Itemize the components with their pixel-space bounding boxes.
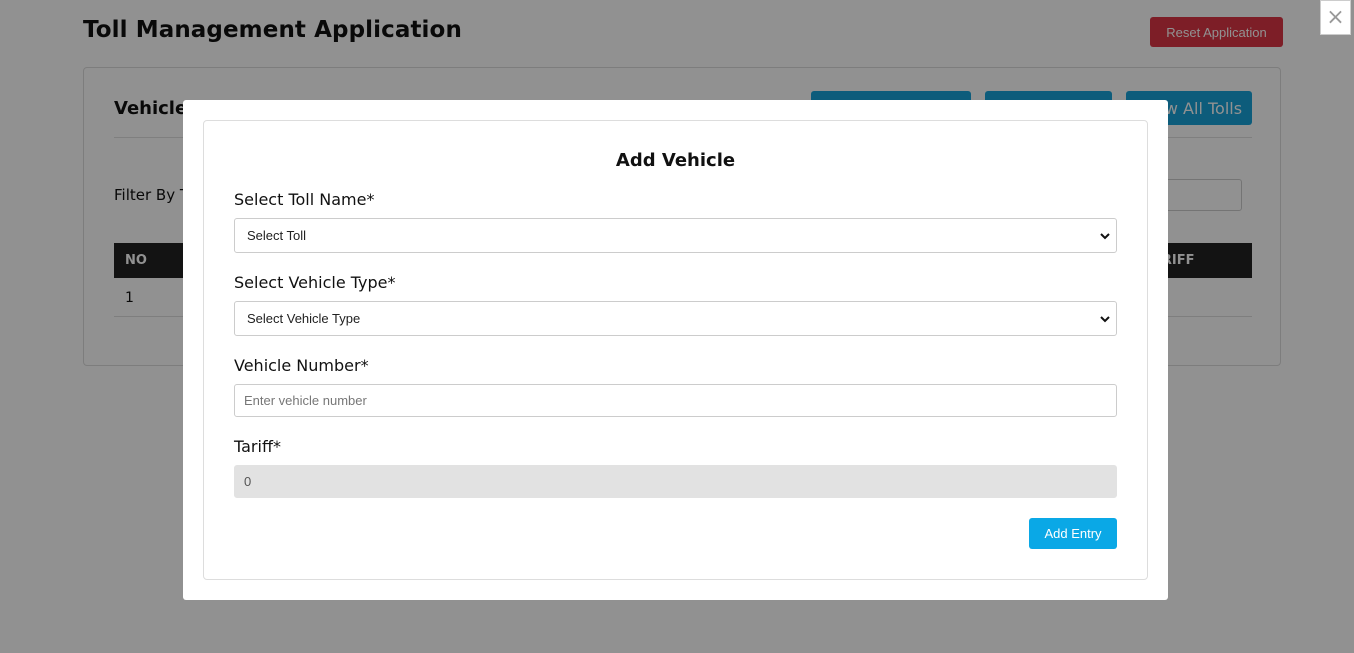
vehicle-number-input[interactable]: Enter vehicle number: [234, 384, 1117, 417]
chevron-down-icon: [1100, 316, 1110, 323]
vehicle-type-label: Select Vehicle Type*: [234, 273, 396, 292]
vehicle-type-select-value: Select Vehicle Type: [247, 311, 361, 326]
tariff-label: Tariff*: [234, 437, 281, 456]
add-entry-button[interactable]: Add Entry: [1029, 518, 1117, 549]
chevron-down-icon: [1100, 233, 1110, 240]
toll-name-select[interactable]: Select Toll: [234, 218, 1117, 253]
toll-name-select-value: Select Toll: [247, 228, 307, 243]
tariff-input: 0: [234, 465, 1117, 498]
vehicle-type-select[interactable]: Select Vehicle Type: [234, 301, 1117, 336]
toll-name-label: Select Toll Name*: [234, 190, 375, 209]
vehicle-number-label: Vehicle Number*: [234, 356, 369, 375]
modal-title: Add Vehicle: [615, 150, 736, 171]
close-icon[interactable]: ×: [1320, 0, 1351, 35]
add-vehicle-modal: Add Vehicle Select Toll Name* Select Tol…: [183, 100, 1168, 600]
modal-form: Add Vehicle Select Toll Name* Select Tol…: [203, 120, 1148, 580]
